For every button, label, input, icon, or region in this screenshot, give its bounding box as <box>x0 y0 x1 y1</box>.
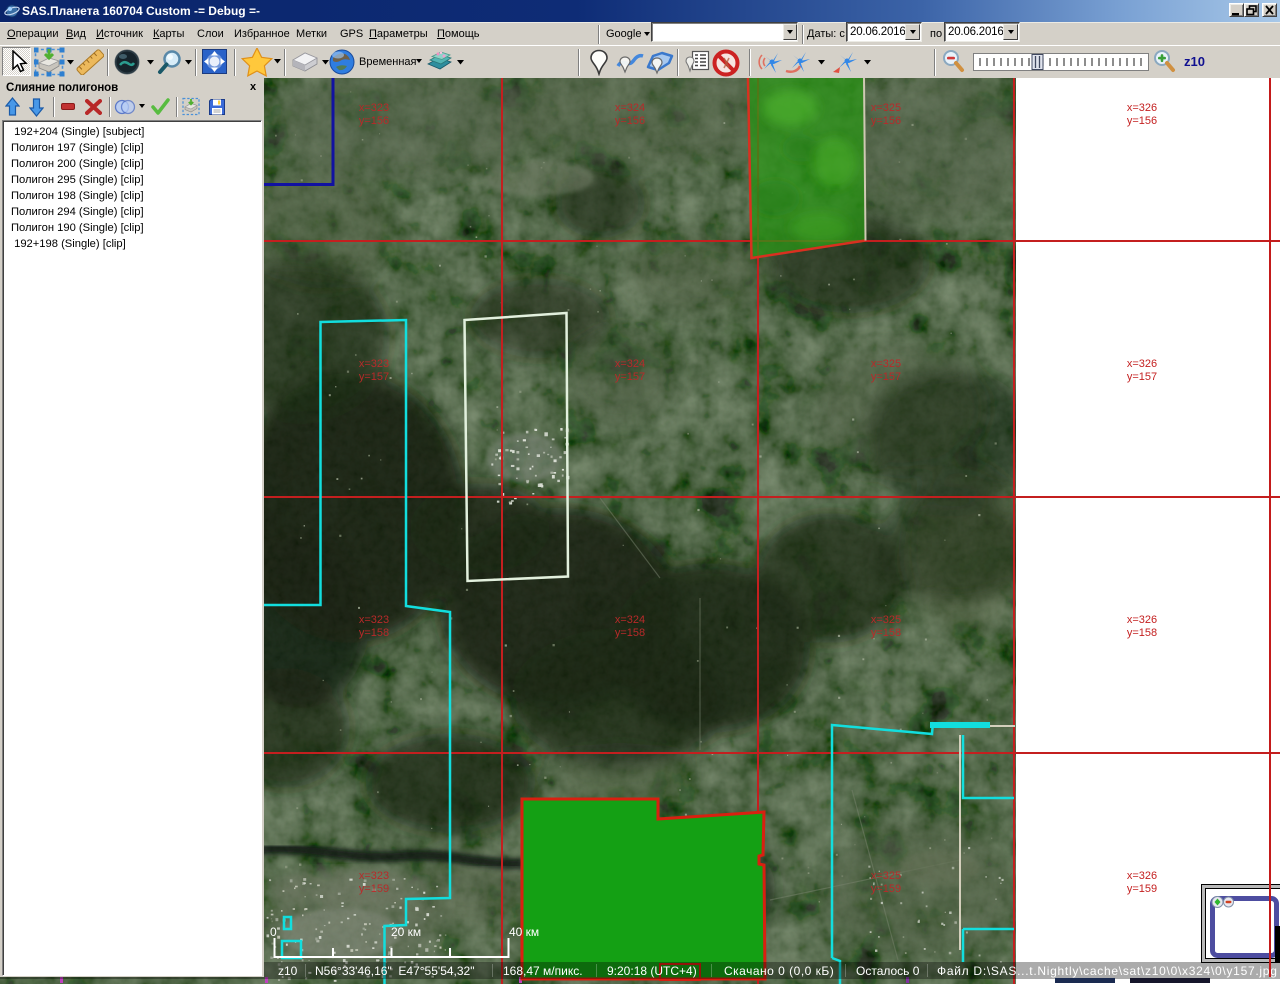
svg-text:y=157: y=157 <box>1127 371 1157 383</box>
svg-text:y=156: y=156 <box>359 115 389 127</box>
svg-text:y=158: y=158 <box>615 627 645 639</box>
svg-text:x=325: x=325 <box>871 870 901 882</box>
svg-text:y=157: y=157 <box>359 371 389 383</box>
svg-text:x=326: x=326 <box>1127 102 1157 114</box>
svg-text:x=324: x=324 <box>615 614 645 626</box>
svg-text:20 км: 20 км <box>391 925 421 939</box>
svg-text:x=325: x=325 <box>871 102 901 114</box>
svg-text:x=326: x=326 <box>1127 614 1157 626</box>
svg-text:y=159: y=159 <box>871 883 901 895</box>
svg-text:x=324: x=324 <box>615 102 645 114</box>
svg-text:40 км: 40 км <box>509 925 539 939</box>
svg-text:y=158: y=158 <box>1127 627 1157 639</box>
svg-text:y=156: y=156 <box>615 115 645 127</box>
svg-text:x=323: x=323 <box>359 358 389 370</box>
svg-text:y=156: y=156 <box>871 115 901 127</box>
svg-text:y=156: y=156 <box>1127 115 1157 127</box>
svg-text:y=158: y=158 <box>359 627 389 639</box>
svg-text:x=324: x=324 <box>615 358 645 370</box>
svg-text:x=325: x=325 <box>871 614 901 626</box>
svg-text:y=159: y=159 <box>359 883 389 895</box>
svg-text:0: 0 <box>270 925 277 939</box>
svg-text:y=157: y=157 <box>615 371 645 383</box>
svg-text:x=323: x=323 <box>359 870 389 882</box>
svg-text:y=158: y=158 <box>871 627 901 639</box>
svg-text:x=325: x=325 <box>871 358 901 370</box>
svg-text:x=323: x=323 <box>359 102 389 114</box>
svg-text:y=157: y=157 <box>871 371 901 383</box>
svg-text:x=326: x=326 <box>1127 358 1157 370</box>
svg-text:x=323: x=323 <box>359 614 389 626</box>
svg-text:y=159: y=159 <box>1127 883 1157 895</box>
svg-text:x=326: x=326 <box>1127 870 1157 882</box>
